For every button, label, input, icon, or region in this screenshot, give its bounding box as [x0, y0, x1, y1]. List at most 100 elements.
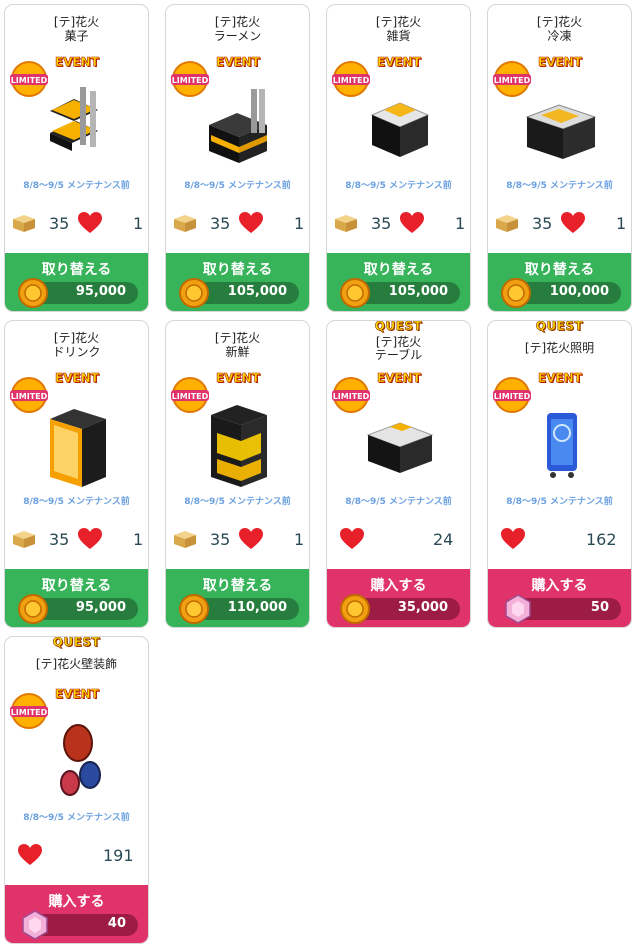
box-count: 35 — [49, 530, 70, 549]
heart-icon — [561, 212, 585, 233]
item-name-line2: ラーメン — [213, 29, 262, 43]
heart-count: 1 — [455, 214, 466, 233]
shop-item-card[interactable]: [テ]花火 ラーメン LIMITED EVENT 8/8〜9/5 メンテナンス前… — [165, 4, 310, 312]
cost-stats: 35 1 — [166, 527, 309, 553]
shop-item-card[interactable]: QUEST [テ]花火照明 LIMITED EVENT 8/8〜9/5 メンテナ… — [487, 320, 632, 628]
event-label: EVENT — [538, 371, 583, 386]
exchange-button[interactable]: 取り替える 100,000 — [488, 253, 631, 311]
shop-item-card[interactable]: QUEST [テ]花火 テーブル LIMITED EVENT 8/8〜9/5 メ… — [326, 320, 471, 628]
exchange-button-label: 取り替える — [41, 262, 112, 278]
cost-stats: 35 1 — [5, 211, 148, 237]
box-icon — [335, 215, 357, 232]
exchange-button-label: 取り替える — [202, 262, 273, 278]
event-label: EVENT — [377, 371, 422, 386]
lantern-light-icon — [547, 413, 577, 478]
item-name-line2: [テ]花火壁装飾 — [35, 657, 118, 671]
exchange-button-label: 取り替える — [202, 578, 273, 594]
price-value: 40 — [107, 916, 126, 931]
goods-box-icon — [370, 102, 430, 157]
shop-item-card[interactable]: [テ]花火 ドリンク LIMITED EVENT 8/8〜9/5 メンテナンス前… — [4, 320, 149, 628]
price-pill: 40 — [22, 910, 138, 940]
heart-icon — [78, 528, 102, 549]
table-icon — [366, 422, 434, 473]
price-pill: 35,000 — [340, 594, 460, 624]
exchange-button[interactable]: 取り替える 95,000 — [5, 253, 148, 311]
cost-stats: 191 — [5, 843, 148, 869]
event-label: EVENT — [377, 55, 422, 70]
item-name-line2: ドリンク — [52, 345, 101, 359]
box-count: 35 — [49, 214, 70, 233]
shop-item-card[interactable]: [テ]花火 新鮮 LIMITED EVENT 8/8〜9/5 メンテナンス前 3… — [165, 320, 310, 628]
freezer-icon — [525, 104, 597, 159]
heart-count: 24 — [433, 530, 454, 549]
quest-label: QUEST — [374, 320, 423, 333]
heart-count: 1 — [294, 214, 305, 233]
purchase-button-label: 購入する — [531, 578, 588, 594]
item-name-line2: 雑貨 — [386, 29, 411, 43]
cost-stats: 35 1 — [5, 527, 148, 553]
coin-icon — [340, 278, 370, 308]
item-name-line2: 冷凍 — [547, 29, 572, 43]
box-icon — [13, 215, 35, 232]
shop-item-card[interactable]: [テ]花火 雑貨 LIMITED EVENT 8/8〜9/5 メンテナンス前 3… — [326, 4, 471, 312]
shop-item-card[interactable]: [テ]花火 菓子 LIMITED EVENT 8/8〜9/5 メンテナンス前 3… — [4, 4, 149, 312]
heart-icon — [400, 212, 424, 233]
box-icon — [174, 215, 196, 232]
period-text: 8/8〜9/5 メンテナンス前 — [506, 497, 613, 507]
price-pill: 110,000 — [179, 594, 299, 624]
drink-fridge-icon — [50, 409, 106, 487]
quest-label: QUEST — [52, 636, 101, 649]
item-name-line2: 新鮮 — [225, 345, 250, 359]
price-pill: 95,000 — [18, 594, 138, 624]
box-icon — [13, 531, 35, 548]
period-text: 8/8〜9/5 メンテナンス前 — [23, 813, 130, 823]
purchase-button[interactable]: 購入する 40 — [5, 885, 148, 943]
event-label: EVENT — [55, 371, 100, 386]
cost-stats: 35 1 — [488, 211, 631, 237]
event-label: EVENT — [55, 55, 100, 70]
purchase-button[interactable]: 購入する 50 — [488, 569, 631, 627]
box-count: 35 — [532, 214, 553, 233]
exchange-button-label: 取り替える — [524, 262, 595, 278]
heart-icon — [239, 212, 263, 233]
item-name-line2: [テ]花火照明 — [524, 341, 595, 355]
fireworks-wall-decor-icon — [60, 724, 101, 796]
quest-label: QUEST — [535, 320, 584, 333]
cost-stats: 35 1 — [166, 211, 309, 237]
box-count: 35 — [210, 214, 231, 233]
box-icon — [174, 531, 196, 548]
purchase-button[interactable]: 購入する 35,000 — [327, 569, 470, 627]
period-text: 8/8〜9/5 メンテナンス前 — [23, 181, 130, 191]
purchase-button-label: 購入する — [370, 578, 427, 594]
exchange-button[interactable]: 取り替える 110,000 — [166, 569, 309, 627]
shop-item-card[interactable]: QUEST [テ]花火壁装飾 LIMITED EVENT 8/8〜9/5 メンテ… — [4, 636, 149, 944]
exchange-button[interactable]: 取り替える 105,000 — [166, 253, 309, 311]
period-text: 8/8〜9/5 メンテナンス前 — [345, 497, 452, 507]
price-pill: 105,000 — [340, 278, 460, 308]
price-value: 110,000 — [227, 600, 287, 615]
event-label: EVENT — [55, 687, 100, 702]
ramen-counter-icon — [209, 89, 267, 163]
price-pill: 100,000 — [501, 278, 621, 308]
fresh-food-shelf-icon — [211, 405, 267, 487]
gem-icon — [22, 910, 48, 940]
price-value: 95,000 — [75, 600, 126, 615]
event-label: EVENT — [216, 371, 261, 386]
box-count: 35 — [210, 530, 231, 549]
coin-icon — [179, 278, 209, 308]
coin-icon — [179, 594, 209, 624]
heart-count: 162 — [586, 530, 617, 549]
shop-item-card[interactable]: [テ]花火 冷凍 LIMITED EVENT 8/8〜9/5 メンテナンス前 3… — [487, 4, 632, 312]
event-label: EVENT — [538, 55, 583, 70]
gem-icon — [505, 594, 531, 624]
price-pill: 95,000 — [18, 278, 138, 308]
period-text: 8/8〜9/5 メンテナンス前 — [23, 497, 130, 507]
heart-count: 1 — [133, 214, 144, 233]
coin-icon — [18, 278, 48, 308]
price-value: 95,000 — [75, 284, 126, 299]
price-value: 35,000 — [397, 600, 448, 615]
exchange-button[interactable]: 取り替える 95,000 — [5, 569, 148, 627]
exchange-button[interactable]: 取り替える 105,000 — [327, 253, 470, 311]
heart-icon — [78, 212, 102, 233]
heart-count: 1 — [616, 214, 627, 233]
